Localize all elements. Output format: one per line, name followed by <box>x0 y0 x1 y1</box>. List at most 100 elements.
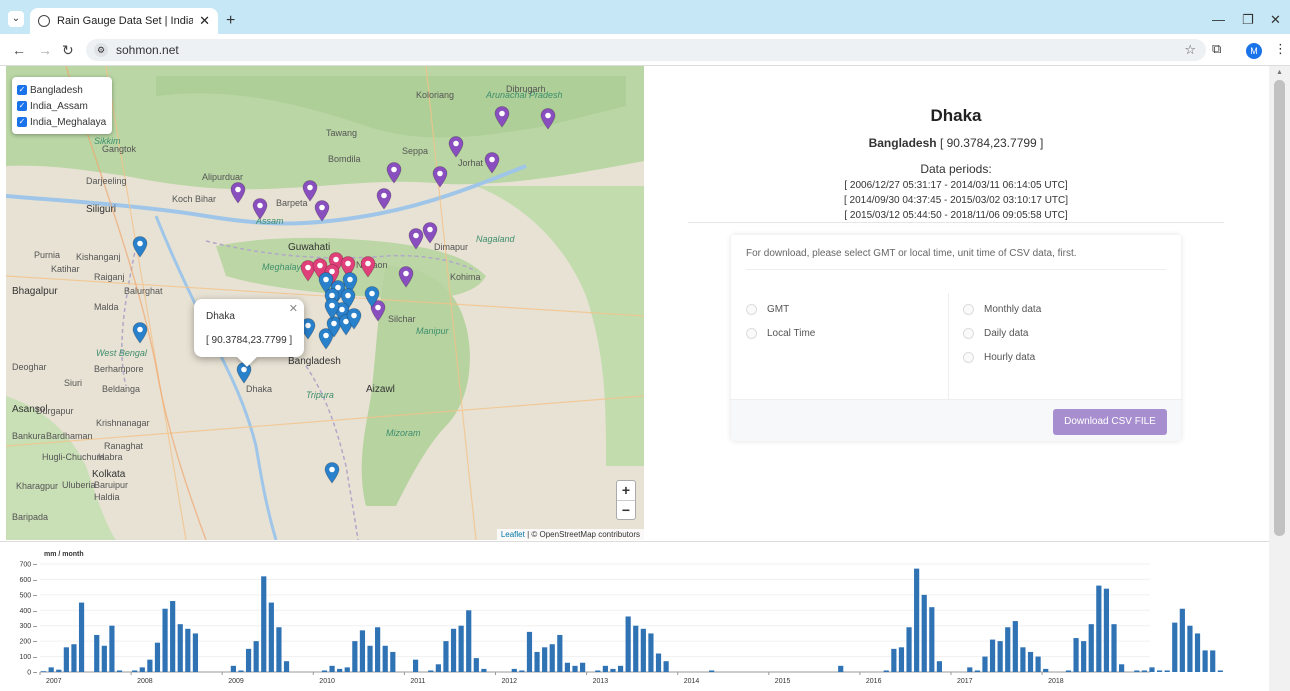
map-marker-icon[interactable] <box>132 236 148 258</box>
radio-daily-data[interactable]: Daily data <box>963 328 1028 339</box>
rainfall-bar[interactable] <box>473 658 479 672</box>
new-tab-icon[interactable]: + <box>226 12 235 30</box>
rainfall-bar[interactable] <box>967 667 973 672</box>
radio-circle-icon[interactable] <box>963 304 974 315</box>
rainfall-bar[interactable] <box>542 647 548 672</box>
map-marker-icon[interactable] <box>324 462 340 484</box>
rainfall-bar[interactable] <box>63 647 69 672</box>
rainfall-bar[interactable] <box>101 645 107 672</box>
rainfall-bar[interactable] <box>1081 641 1087 672</box>
map-marker-icon[interactable] <box>386 162 402 184</box>
rainfall-bar[interactable] <box>481 668 487 672</box>
rainfall-bar[interactable] <box>1134 670 1140 672</box>
rainfall-bar[interactable] <box>929 607 935 672</box>
close-tab-icon[interactable]: ✕ <box>199 13 210 29</box>
rainfall-bar[interactable] <box>56 669 62 672</box>
layer-bangladesh[interactable]: ✓ Bangladesh <box>17 82 106 98</box>
radio-local-time[interactable]: Local Time <box>746 328 815 339</box>
rainfall-bar[interactable] <box>41 671 47 672</box>
rainfall-bar[interactable] <box>838 665 844 672</box>
rainfall-bar[interactable] <box>1194 633 1201 672</box>
rainfall-bar[interactable] <box>709 670 715 672</box>
layer-india-meghalaya[interactable]: ✓ India_Meghalaya <box>17 114 106 130</box>
rainfall-bar[interactable] <box>557 634 563 672</box>
rainfall-bar[interactable] <box>1111 624 1117 672</box>
rainfall-bar[interactable] <box>245 648 252 672</box>
map-marker-icon[interactable] <box>230 182 246 204</box>
rainfall-bar[interactable] <box>564 662 571 672</box>
map-marker-icon[interactable] <box>324 298 340 320</box>
bookmark-star-icon[interactable]: ☆ <box>1184 42 1196 58</box>
rainfall-bar[interactable] <box>1012 621 1018 672</box>
back-arrow-icon[interactable]: ← <box>12 42 26 58</box>
rainfall-bar[interactable] <box>1179 608 1185 672</box>
rainfall-bar[interactable] <box>982 656 988 672</box>
rainfall-bar[interactable] <box>177 624 183 672</box>
radio-circle-icon[interactable] <box>963 352 974 363</box>
rainfall-bar[interactable] <box>1020 647 1026 672</box>
download-csv-button[interactable]: Download CSV FILE <box>1053 409 1167 435</box>
rainfall-bar[interactable] <box>1149 667 1155 672</box>
rainfall-bar[interactable] <box>974 670 980 672</box>
rainfall-bar[interactable] <box>147 659 153 672</box>
map-marker-icon[interactable] <box>346 308 362 330</box>
map-marker-icon[interactable] <box>360 256 376 278</box>
radio-circle-icon[interactable] <box>746 304 757 315</box>
rainfall-bar[interactable] <box>1217 670 1223 672</box>
map-marker-icon[interactable] <box>494 106 510 128</box>
radio-monthly-data[interactable]: Monthly data <box>963 304 1041 315</box>
rainfall-bar[interactable] <box>48 667 54 672</box>
rainfall-bar[interactable] <box>94 634 100 672</box>
rainfall-bar[interactable] <box>602 665 608 672</box>
rainfall-bar[interactable] <box>192 633 199 672</box>
rainfall-bar[interactable] <box>625 616 631 672</box>
rainfall-bar[interactable] <box>617 665 624 672</box>
minimize-icon[interactable]: — <box>1212 12 1225 27</box>
rainfall-bar[interactable] <box>1005 627 1011 672</box>
rainfall-bar[interactable] <box>595 670 601 672</box>
scrollbar-thumb[interactable] <box>1274 80 1285 536</box>
rainfall-bar[interactable] <box>375 627 381 672</box>
map-marker-icon[interactable] <box>540 108 556 130</box>
rainfall-bar[interactable] <box>1187 625 1193 672</box>
map-marker-icon[interactable] <box>398 266 414 288</box>
forward-arrow-icon[interactable]: → <box>38 42 52 58</box>
rainfall-bar[interactable] <box>390 651 396 672</box>
rainfall-bar[interactable] <box>412 659 419 672</box>
rainfall-bar[interactable] <box>519 670 525 672</box>
rainfall-bar[interactable] <box>1172 622 1178 672</box>
rainfall-bar[interactable] <box>359 630 366 672</box>
radio-hourly-data[interactable]: Hourly data <box>963 352 1035 363</box>
radio-circle-icon[interactable] <box>746 328 757 339</box>
rainfall-bar[interactable] <box>71 644 77 672</box>
checkbox-checked-icon[interactable]: ✓ <box>17 101 27 111</box>
rainfall-bar[interactable] <box>572 665 578 672</box>
rainfall-bar[interactable] <box>367 645 373 672</box>
reload-icon[interactable]: ↻ <box>62 42 74 59</box>
rainfall-bar[interactable] <box>283 661 290 672</box>
rainfall-bar[interactable] <box>185 628 191 672</box>
page-scrollbar[interactable]: ▲ <box>1269 66 1290 691</box>
rainfall-bar[interactable] <box>891 648 897 672</box>
rainfall-bar[interactable] <box>1210 650 1216 672</box>
rainfall-bar[interactable] <box>663 661 669 672</box>
map-marker-icon[interactable] <box>314 200 330 222</box>
rainfall-bar[interactable] <box>1164 670 1170 672</box>
rainfall-bar[interactable] <box>337 668 343 672</box>
rainfall-bar[interactable] <box>1096 585 1102 672</box>
map-marker-icon[interactable] <box>132 322 148 344</box>
rainfall-bar[interactable] <box>549 644 555 672</box>
map-marker-icon[interactable] <box>376 188 392 210</box>
rainfall-bar[interactable] <box>1065 670 1072 672</box>
browser-menu-icon[interactable]: ⋮ <box>1274 41 1287 57</box>
map-marker-icon[interactable] <box>252 198 268 220</box>
rainfall-bar[interactable] <box>633 625 639 672</box>
rainfall-bar[interactable] <box>534 651 540 672</box>
rainfall-bar[interactable] <box>230 665 236 672</box>
rainfall-bar[interactable] <box>321 670 328 672</box>
rainfall-bar[interactable] <box>466 610 472 672</box>
map-marker-icon[interactable] <box>364 286 380 308</box>
rainfall-bar[interactable] <box>238 670 244 672</box>
rainfall-bar[interactable] <box>511 668 517 672</box>
zoom-out-button[interactable]: − <box>617 500 635 519</box>
